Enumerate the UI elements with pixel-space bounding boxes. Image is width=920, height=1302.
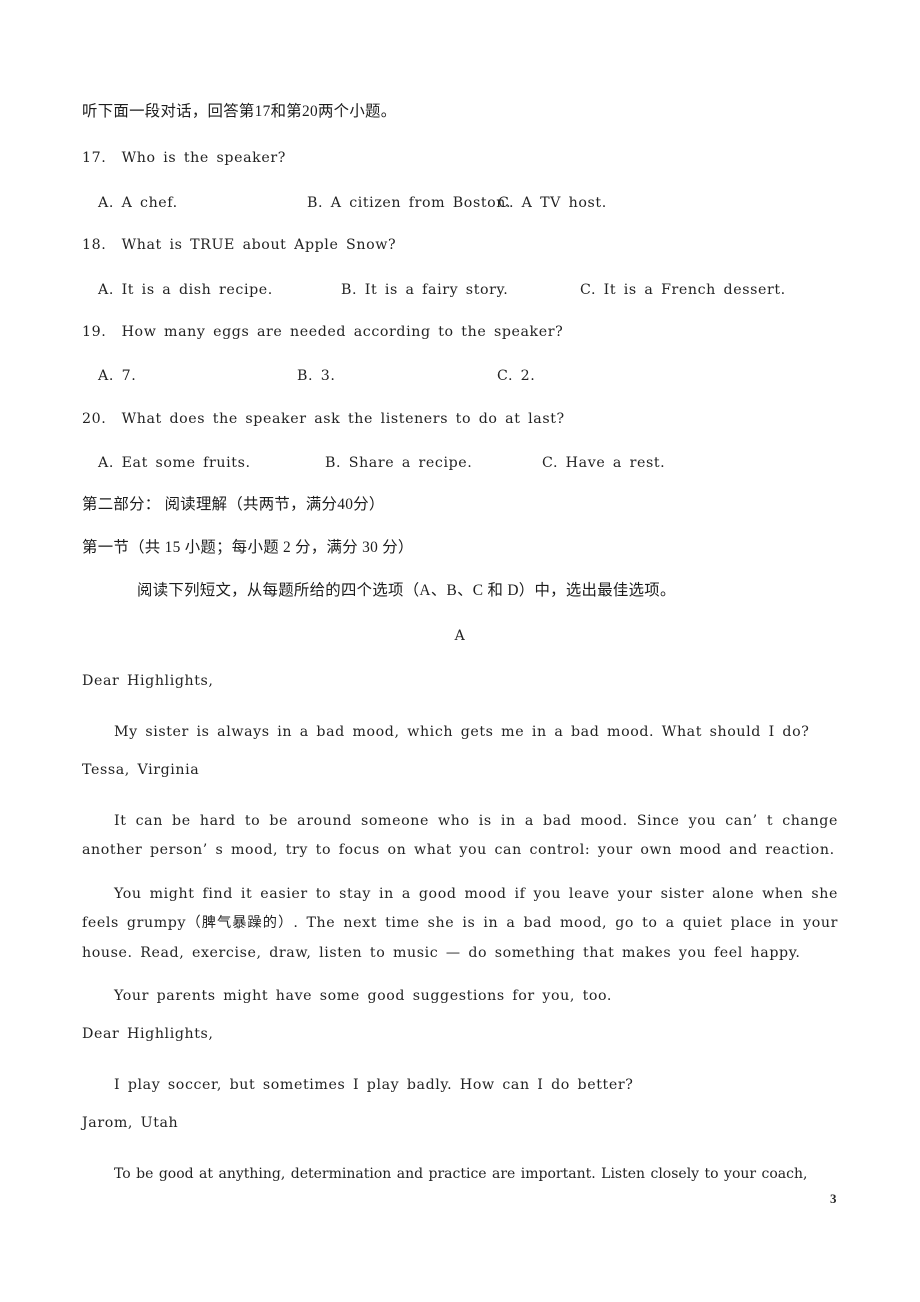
passage-salutation-2: Dear Highlights, xyxy=(82,1026,214,1042)
question-20-stem: 20. What does the speaker ask the listen… xyxy=(82,411,565,427)
option-19-b[interactable]: B. 3. xyxy=(297,368,335,384)
passage-paragraph-1: My sister is always in a bad mood, which… xyxy=(114,724,810,740)
section-one-instruction: 阅读下列短文，从每题所给的四个选项（A、B、C 和 D）中，选出最佳选项。 xyxy=(137,582,676,599)
passage-paragraph-6: To be good at anything, determination an… xyxy=(114,1166,808,1182)
option-19-a[interactable]: A. 7. xyxy=(98,368,136,384)
option-18-c[interactable]: C. It is a French dessert. xyxy=(580,282,786,298)
passage-paragraph-2: It can be hard to be around someone who … xyxy=(82,813,838,859)
listening-instruction: 听下面一段对话，回答第17和第20两个小题。 xyxy=(82,103,397,120)
option-17-c[interactable]: C. A TV host. xyxy=(498,195,607,211)
page-number: 3 xyxy=(830,1191,837,1206)
passage-salutation-1: Dear Highlights, xyxy=(82,673,214,689)
exam-paper-page: 听下面一段对话，回答第17和第20两个小题。 17. Who is the sp… xyxy=(0,0,920,1302)
passage-title: A xyxy=(454,628,466,644)
passage-paragraph-4: Your parents might have some good sugges… xyxy=(114,988,613,1004)
question-17-options: A. A chef. B. A citizen from Boston. C. … xyxy=(0,195,800,215)
passage-paragraph-3: You might find it easier to stay in a go… xyxy=(82,886,838,961)
option-17-a[interactable]: A. A chef. xyxy=(98,195,178,211)
passage-paragraph-5: I play soccer, but sometimes I play badl… xyxy=(114,1077,634,1093)
question-20-options: A. Eat some fruits. B. Share a recipe. C… xyxy=(0,455,800,475)
option-18-b[interactable]: B. It is a fairy story. xyxy=(341,282,508,298)
option-19-c[interactable]: C. 2. xyxy=(497,368,535,384)
passage-signature-1: Tessa, Virginia xyxy=(82,762,200,778)
question-19-stem: 19. How many eggs are needed according t… xyxy=(82,324,564,340)
option-17-b[interactable]: B. A citizen from Boston. xyxy=(307,195,511,211)
question-19-options: A. 7. B. 3. C. 2. xyxy=(0,368,800,388)
option-20-a[interactable]: A. Eat some fruits. xyxy=(98,455,251,471)
option-20-b[interactable]: B. Share a recipe. xyxy=(325,455,472,471)
passage-signature-2: Jarom, Utah xyxy=(82,1115,179,1131)
question-18-stem: 18. What is TRUE about Apple Snow? xyxy=(82,237,397,253)
question-18-options: A. It is a dish recipe. B. It is a fairy… xyxy=(0,282,800,302)
part-two-heading: 第二部分： 阅读理解（共两节，满分40分） xyxy=(82,496,385,513)
option-20-c[interactable]: C. Have a rest. xyxy=(542,455,665,471)
section-one-heading: 第一节（共 15 小题；每小题 2 分，满分 30 分） xyxy=(82,539,414,556)
question-17-stem: 17. Who is the speaker? xyxy=(82,150,286,166)
option-18-a[interactable]: A. It is a dish recipe. xyxy=(98,282,273,298)
